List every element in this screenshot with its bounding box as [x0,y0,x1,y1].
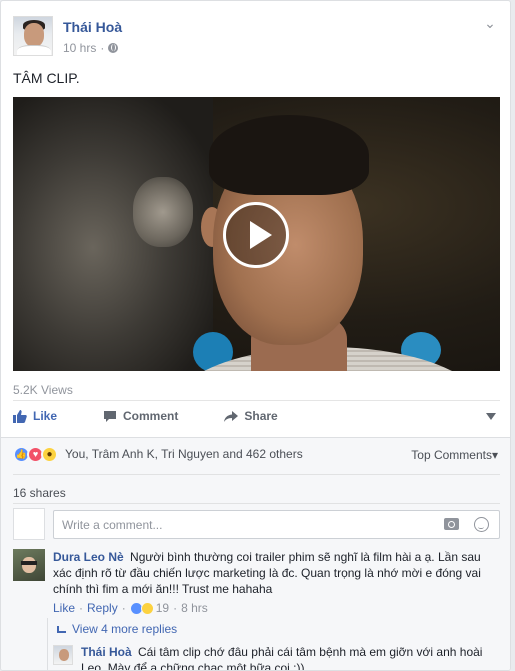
action-bar: Like Comment Share [13,402,500,430]
commenter-avatar[interactable] [13,549,45,581]
post-meta: 10 hrs · [63,41,119,55]
separator-dot: · [100,41,105,55]
wow-reaction-icon: ● [41,445,58,463]
reply-thread-line [47,618,48,670]
author-avatar[interactable] [13,16,53,56]
globe-icon[interactable] [108,43,119,53]
comment-label: Comment [123,409,179,423]
share-icon [224,410,239,422]
view-count: 5.2K Views [13,383,73,397]
comment-sort-label: Top Comments [411,448,492,462]
comment-body: Dura Leo Nè Người bình thường coi traile… [53,549,498,597]
thumbs-up-icon [13,409,27,423]
chevron-down-icon[interactable]: ⌄ [482,15,498,31]
post-time[interactable]: 10 hrs [63,41,96,55]
reply-avatar[interactable] [53,645,73,665]
comment-meta: Like · Reply · 19 · 8 hrs [53,601,208,615]
post-text: TÂM CLIP. [13,70,80,86]
reactions-text[interactable]: You, Trâm Anh K, Tri Nguyen and 462 othe… [65,447,303,461]
comment-icon [104,410,117,422]
like-button[interactable]: Like [13,409,57,423]
divider [13,400,500,401]
comment-reply-link[interactable]: Reply [87,601,118,615]
play-icon[interactable] [223,202,289,268]
emoji-icon[interactable] [474,517,489,532]
comment-input[interactable]: Write a comment... [53,510,500,539]
caret-down-icon[interactable] [486,412,496,420]
share-label: Share [244,409,278,423]
comment-input-placeholder: Write a comment... [62,517,163,532]
comment-reactions[interactable] [129,601,154,615]
comment-time[interactable]: 8 hrs [181,601,208,615]
reply-text: Cái tâm clip chớ đâu phải cái tâm bệnh m… [81,645,483,671]
reply-arrow-icon [57,625,66,633]
comment-sort-dropdown[interactable]: Top Comments▾ [411,448,498,462]
shares-count[interactable]: 16 shares [13,486,66,500]
haha-reaction-icon [140,601,154,615]
view-more-replies[interactable]: View 4 more replies [57,622,177,636]
commenter-name[interactable]: Dura Leo Nè [53,550,124,564]
divider [13,474,500,475]
reply-author[interactable]: Thái Hoà [81,645,132,659]
comment-reaction-count[interactable]: 19 [156,601,169,615]
like-label: Like [33,409,58,423]
comment-button[interactable]: Comment [103,409,178,423]
video-player[interactable] [13,97,500,371]
view-replies-label: View 4 more replies [72,622,178,636]
current-user-avatar [13,508,45,540]
post-card: Thái Hoà 10 hrs · ⌄ TÂM CLIP. 5.2K Views… [0,0,511,671]
camera-icon[interactable] [444,518,459,530]
reactions-summary[interactable]: 👍 ♥ ● You, Trâm Anh K, Tri Nguyen and 46… [13,445,303,463]
share-button[interactable]: Share [224,409,278,423]
divider [13,503,500,504]
comment-like-link[interactable]: Like [53,601,75,615]
author-name[interactable]: Thái Hoà [63,19,122,35]
reply-body: Thái Hoà Cái tâm clip chớ đâu phải cái t… [81,644,501,671]
